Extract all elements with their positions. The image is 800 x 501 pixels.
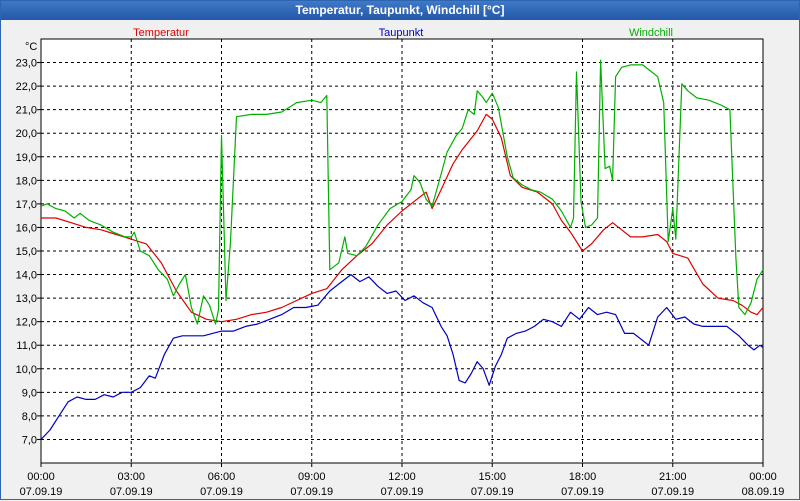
x-tick-time: 15:00: [478, 471, 506, 483]
x-tick-time: 12:00: [388, 471, 416, 483]
x-tick-date: 07.09.19: [110, 486, 153, 498]
y-tick-label: 18,0: [16, 175, 37, 187]
chart-window: Temperatur, Taupunkt, Windchill [°C] 23,…: [0, 0, 800, 500]
y-axis-label: °C: [25, 41, 37, 53]
y-tick-label: 22,0: [16, 81, 37, 93]
x-tick-time: 06:00: [208, 471, 236, 483]
y-tick-label: 9,0: [22, 387, 37, 399]
y-tick-label: 13,0: [16, 293, 37, 305]
y-tick-label: 15,0: [16, 246, 37, 258]
y-tick-label: 23,0: [16, 58, 37, 70]
x-tick-date: 07.09.19: [381, 486, 424, 498]
x-tick-time: 21:00: [659, 471, 687, 483]
x-tick-date: 07.09.19: [200, 486, 243, 498]
x-tick-time: 18:00: [569, 471, 597, 483]
y-tick-label: 20,0: [16, 128, 37, 140]
y-tick-label: 16,0: [16, 222, 37, 234]
legend-taupunkt: Taupunkt: [379, 27, 424, 39]
x-tick-date: 07.09.19: [290, 486, 333, 498]
y-tick-label: 21,0: [16, 105, 37, 117]
x-tick-date: 07.09.19: [561, 486, 604, 498]
y-tick-label: 19,0: [16, 152, 37, 164]
chart-svg: 23,0 22,0 21,0 20,0 19,0 18,0 17,0 16,0 15,0 14,0…: [16, 27, 785, 498]
x-tick-date: 07.09.19: [471, 486, 514, 498]
y-tick-label: 12,0: [16, 317, 37, 329]
x-tick-date: 07.09.19: [651, 486, 694, 498]
y-tick-label: 11,0: [16, 340, 37, 352]
x-tick-time: 09:00: [298, 471, 326, 483]
x-tick-time: 00:00: [749, 471, 777, 483]
x-tick-time: 00:00: [27, 471, 55, 483]
y-tick-label: 8,0: [22, 411, 37, 423]
y-tick-label: 14,0: [16, 270, 37, 282]
legend-windchill: Windchill: [629, 27, 673, 39]
legend-temperatur: Temperatur: [133, 27, 189, 39]
x-tick-date: 07.09.19: [20, 486, 63, 498]
y-tick-label: 17,0: [16, 199, 37, 211]
x-tick-time: 03:00: [117, 471, 145, 483]
y-tick-label: 7,0: [22, 434, 37, 446]
y-tick-label: 10,0: [16, 364, 37, 376]
x-tick-date: 08.09.19: [742, 486, 785, 498]
